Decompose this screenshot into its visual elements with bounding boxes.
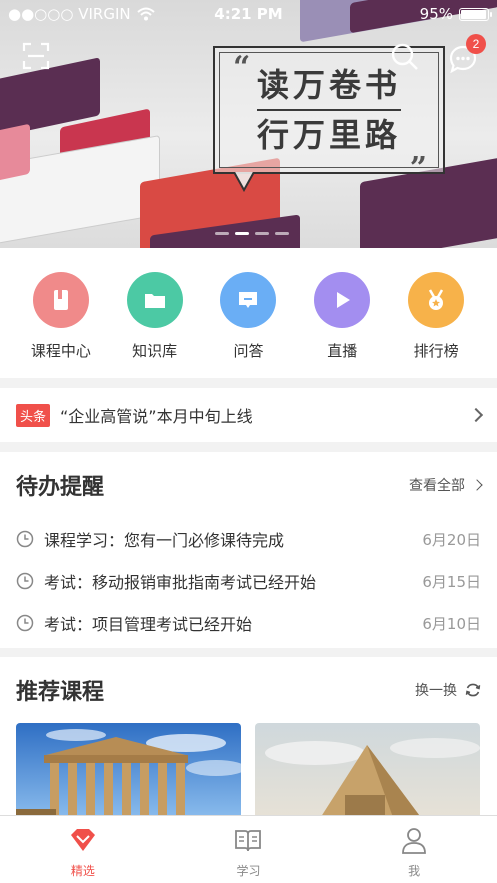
todo-item[interactable]: 考试：项目管理考试已经开始 6月10日 [16, 602, 481, 644]
quick-entry-folder[interactable]: 知识库 [115, 248, 195, 378]
todo-date: 6月20日 [422, 530, 481, 549]
tab-person[interactable]: 我 [364, 816, 464, 883]
quick-entry-label: 知识库 [132, 342, 178, 360]
carousel-indicator[interactable] [215, 232, 289, 235]
clock-icon [16, 614, 34, 632]
quick-entry-label: 排行榜 [413, 342, 459, 360]
battery-icon [459, 7, 492, 21]
status-bar: ●●○○○ VIRGIN 4:21 PM 95% [0, 0, 497, 28]
close-quote: ” [409, 151, 427, 186]
course-card[interactable] [255, 723, 480, 817]
clock-icon [16, 572, 34, 590]
chat-icon [220, 272, 277, 328]
person-icon [399, 826, 429, 858]
slogan-bubble-tail [233, 172, 255, 192]
battery-percent: 95% [419, 5, 453, 23]
carrier-label: ●●○○○ VIRGIN [8, 5, 131, 23]
play-icon [314, 272, 371, 328]
quick-entry-chat[interactable]: 问答 [208, 248, 288, 378]
todo-text: 考试：移动报销审批指南考试已经开始 [44, 573, 317, 592]
open-quote: “ [233, 50, 251, 85]
view-all-link[interactable]: 查看全部 [409, 475, 483, 495]
refresh-button[interactable]: 换一换 [415, 680, 481, 700]
headline-text: “企业高管说”本月中旬上线 [60, 407, 253, 426]
quick-entry-label: 直播 [327, 342, 358, 360]
recommend-section: 推荐课程 换一换 [0, 657, 497, 817]
todo-list: 课程学习：您有一门必修课待完成 6月20日考试：移动报销审批指南考试已经开始 6月1… [16, 518, 481, 644]
slogan-line-2: 行万里路 [256, 116, 401, 154]
recommend-title: 推荐课程 [16, 680, 105, 705]
quick-entry-book[interactable]: 课程中心 [21, 248, 101, 378]
parthenon-photo [16, 723, 241, 817]
search-icon [391, 43, 418, 70]
todo-text: 课程学习：您有一门必修课待完成 [44, 531, 285, 550]
tab-gem[interactable]: 精选 [33, 816, 133, 883]
refresh-label: 换一换 [415, 683, 457, 699]
open-book-icon [233, 826, 263, 858]
carousel-dot[interactable] [275, 232, 289, 235]
todo-item[interactable]: 考试：移动报销审批指南考试已经开始 6月15日 [16, 560, 481, 602]
todo-date: 6月15日 [422, 572, 481, 591]
slogan-line-1: 读万卷书 [256, 63, 401, 111]
carousel-dot[interactable] [255, 232, 269, 235]
headline-bar[interactable]: 头条 “企业高管说”本月中旬上线 [0, 388, 497, 442]
tab-bar: 精选 学习 我 [0, 815, 497, 883]
quick-entry-medal[interactable]: 排行榜 [396, 248, 476, 378]
todo-section: 待办提醒 查看全部 课程学习：您有一门必修课待完成 6月20日考试：移动报销审批指… [0, 452, 497, 648]
battery-level [461, 9, 486, 19]
chevron-right-icon [471, 479, 483, 491]
tab-label: 精选 [70, 864, 95, 878]
quick-entry-play[interactable]: 直播 [302, 248, 382, 378]
scan-icon [22, 42, 50, 70]
medal-icon [408, 272, 465, 328]
wifi-icon [136, 7, 155, 21]
tab-open-book[interactable]: 学习 [198, 816, 298, 883]
message-button[interactable]: 2 [448, 34, 486, 74]
tab-label: 我 [408, 864, 421, 878]
clock-icon [16, 530, 34, 548]
quick-entry-label: 课程中心 [30, 342, 91, 360]
quick-entries: 课程中心 知识库 问答 直播 排行榜 [0, 248, 497, 378]
headline-tag: 头条 [16, 403, 51, 427]
carousel-dot[interactable] [235, 232, 249, 235]
message-badge: 2 [466, 34, 486, 54]
folder-icon [126, 272, 183, 328]
search-button[interactable] [390, 42, 420, 72]
chevron-right-icon [468, 407, 484, 423]
todo-title: 待办提醒 [16, 475, 105, 500]
gem-icon [68, 826, 98, 858]
scan-button[interactable] [22, 42, 50, 70]
refresh-icon [465, 683, 481, 697]
course-card[interactable] [16, 723, 241, 817]
carousel-dot[interactable] [215, 232, 229, 235]
quick-entry-label: 问答 [233, 342, 264, 360]
book-icon [32, 272, 89, 328]
view-all-label: 查看全部 [409, 478, 465, 494]
banner[interactable]: ●●○○○ VIRGIN 4:21 PM 95% 2 “ 读万卷书 行万里路 ” [0, 0, 497, 248]
tab-label: 学习 [236, 864, 261, 878]
pyramid-photo [255, 723, 480, 817]
todo-item[interactable]: 课程学习：您有一门必修课待完成 6月20日 [16, 518, 481, 560]
todo-date: 6月10日 [422, 614, 481, 633]
todo-text: 考试：项目管理考试已经开始 [44, 615, 253, 634]
